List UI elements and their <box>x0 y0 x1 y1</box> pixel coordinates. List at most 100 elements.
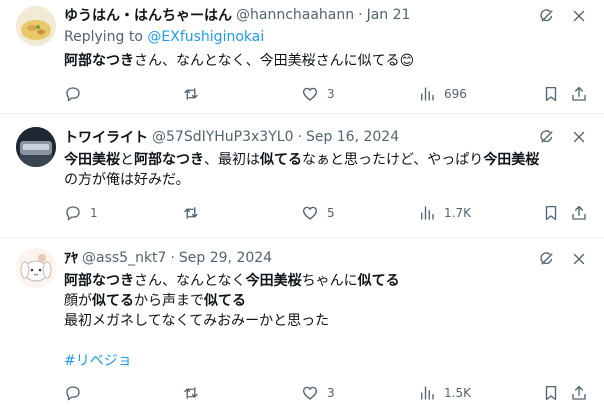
like-count: 3 <box>327 87 335 101</box>
reply-button[interactable]: 1 <box>64 204 182 222</box>
tweet[interactable]: ｱﾔ @ass5_nkt7 · Sep 29, 2024 阿部なつきさん、なんと… <box>0 238 604 410</box>
smile-emoji: 😊 <box>399 53 415 69</box>
retweet-button[interactable] <box>182 204 301 222</box>
tweet-text-line: 顔が似てるから声まで似てる <box>64 291 584 311</box>
tweet-actions: 3 696 <box>64 84 588 104</box>
bookmark-button[interactable] <box>542 204 570 222</box>
share-icon <box>572 86 586 101</box>
like-button[interactable]: 5 <box>301 204 418 222</box>
retweet-icon <box>184 88 198 100</box>
tweet-date[interactable]: Jan 21 <box>367 7 411 23</box>
avatar[interactable] <box>16 127 56 167</box>
avatar-image <box>16 248 56 288</box>
like-count: 5 <box>327 206 335 220</box>
tweet-top-actions <box>538 250 588 272</box>
user-handle[interactable]: @57SdIYHuP3x3YL0 <box>152 129 293 145</box>
replying-to: Replying to @EXfushiginokai <box>64 29 264 45</box>
tweet-text: 阿部なつきさん、なんとなく今田美桜ちゃんに似てる 顔が似てるから声まで似てる 最初メ… <box>64 271 584 371</box>
views-icon <box>421 87 434 101</box>
replying-prefix: Replying to <box>64 29 148 45</box>
like-icon <box>302 87 318 101</box>
text-run: さん、なんとなく、今田美桜さんに似てる <box>134 53 400 69</box>
bookmark-button[interactable] <box>542 85 570 103</box>
text-run: 顔が <box>64 293 92 309</box>
display-name[interactable]: ゆうはん・はんちゃーはん <box>64 5 232 25</box>
highlighted-text: 今田美桜 <box>245 273 302 289</box>
tweet-text-line: 今田美桜と阿部なつき、最初は似てるなぁと思ったけど、やっぱり今田美桜 <box>64 150 584 170</box>
tweet-text-line: #リベジョ <box>64 351 584 371</box>
like-button[interactable]: 3 <box>301 384 418 402</box>
bookmark-button[interactable] <box>542 384 570 402</box>
highlighted-text: 似てる <box>260 152 302 168</box>
tweet[interactable]: ゆうはん・はんちゃーはん @hannchaahann · Jan 21 Repl… <box>0 0 604 114</box>
bookmark-icon <box>545 385 557 401</box>
avatar[interactable] <box>16 248 56 288</box>
like-button[interactable]: 3 <box>301 85 418 103</box>
share-button[interactable] <box>570 204 588 222</box>
view-count: 696 <box>444 87 467 101</box>
tweet-date[interactable]: Sep 16, 2024 <box>306 129 399 145</box>
like-count: 3 <box>327 386 335 400</box>
user-handle[interactable]: @ass5_nkt7 <box>82 250 166 266</box>
views-button[interactable]: 696 <box>418 85 542 103</box>
text-run: 、最初は <box>204 152 260 168</box>
highlighted-text: 今田美桜 <box>64 152 120 168</box>
grok-icon[interactable] <box>538 128 556 150</box>
grok-icon[interactable] <box>538 7 556 29</box>
reply-count: 1 <box>90 206 98 220</box>
tweet-text-line <box>64 331 584 351</box>
tweet-header: トワイライト @57SdIYHuP3x3YL0 · Sep 16, 2024 <box>64 127 399 147</box>
view-count: 1.7K <box>444 206 471 220</box>
separator-dot: · <box>297 129 302 145</box>
views-button[interactable]: 1.7K <box>418 204 542 222</box>
retweet-icon <box>184 387 198 399</box>
tweet-text-line: 阿部なつきさん、なんとなく、今田美桜さんに似てる😊 <box>64 51 584 71</box>
avatar-image <box>16 127 56 167</box>
hashtag-link[interactable]: #リベジョ <box>64 353 132 369</box>
bookmark-icon <box>545 86 557 102</box>
retweet-button[interactable] <box>182 384 301 402</box>
tweet-text-line: の方が俺は好みだ。 <box>64 170 584 190</box>
reply-icon <box>66 206 80 221</box>
bookmark-icon <box>545 205 557 221</box>
tweet-actions: 1 5 1.7K <box>64 203 588 223</box>
user-handle[interactable]: @hannchaahann <box>236 7 354 23</box>
more-icon[interactable] <box>570 250 588 272</box>
view-count: 1.5K <box>444 386 471 400</box>
reply-icon <box>66 87 80 102</box>
text-run: さん、なんとなく <box>134 273 246 289</box>
display-name[interactable]: ｱﾔ <box>64 248 78 268</box>
text-run: の方が俺は好みだ。 <box>64 172 190 188</box>
reply-icon <box>66 386 80 401</box>
retweet-button[interactable] <box>182 85 301 103</box>
tweet-header: ｱﾔ @ass5_nkt7 · Sep 29, 2024 <box>64 248 272 268</box>
tweet-text-line: 阿部なつきさん、なんとなく今田美桜ちゃんに似てる <box>64 271 584 291</box>
tweet[interactable]: トワイライト @57SdIYHuP3x3YL0 · Sep 16, 2024 今… <box>0 114 604 238</box>
highlighted-text: 今田美桜 <box>483 152 540 168</box>
like-icon <box>302 206 318 220</box>
more-icon[interactable] <box>570 7 588 29</box>
separator-dot: · <box>358 7 363 23</box>
like-icon <box>302 386 318 400</box>
more-icon[interactable] <box>570 128 588 150</box>
share-button[interactable] <box>570 384 588 402</box>
avatar-image <box>16 6 56 46</box>
share-button[interactable] <box>570 85 588 103</box>
tweet-text-line: 最初メガネしてなくてみおみーかと思った <box>64 311 584 331</box>
display-name[interactable]: トワイライト <box>64 127 148 147</box>
highlighted-text: 阿部なつき <box>134 152 204 168</box>
tweet-date[interactable]: Sep 29, 2024 <box>179 250 272 266</box>
avatar[interactable] <box>16 6 56 46</box>
reply-button[interactable] <box>64 384 182 402</box>
reply-mention-link[interactable]: @EXfushiginokai <box>147 29 264 45</box>
highlighted-text: 似てる <box>92 293 134 309</box>
grok-icon[interactable] <box>538 250 556 272</box>
tweet-actions: 3 1.5K <box>64 383 588 403</box>
views-icon <box>421 386 434 400</box>
highlighted-text: 似てる <box>357 273 400 289</box>
tweet-text: 阿部なつきさん、なんとなく、今田美桜さんに似てる😊 <box>64 51 584 71</box>
views-button[interactable]: 1.5K <box>418 384 542 402</box>
share-icon <box>572 385 586 400</box>
views-icon <box>421 206 434 220</box>
reply-button[interactable] <box>64 85 182 103</box>
